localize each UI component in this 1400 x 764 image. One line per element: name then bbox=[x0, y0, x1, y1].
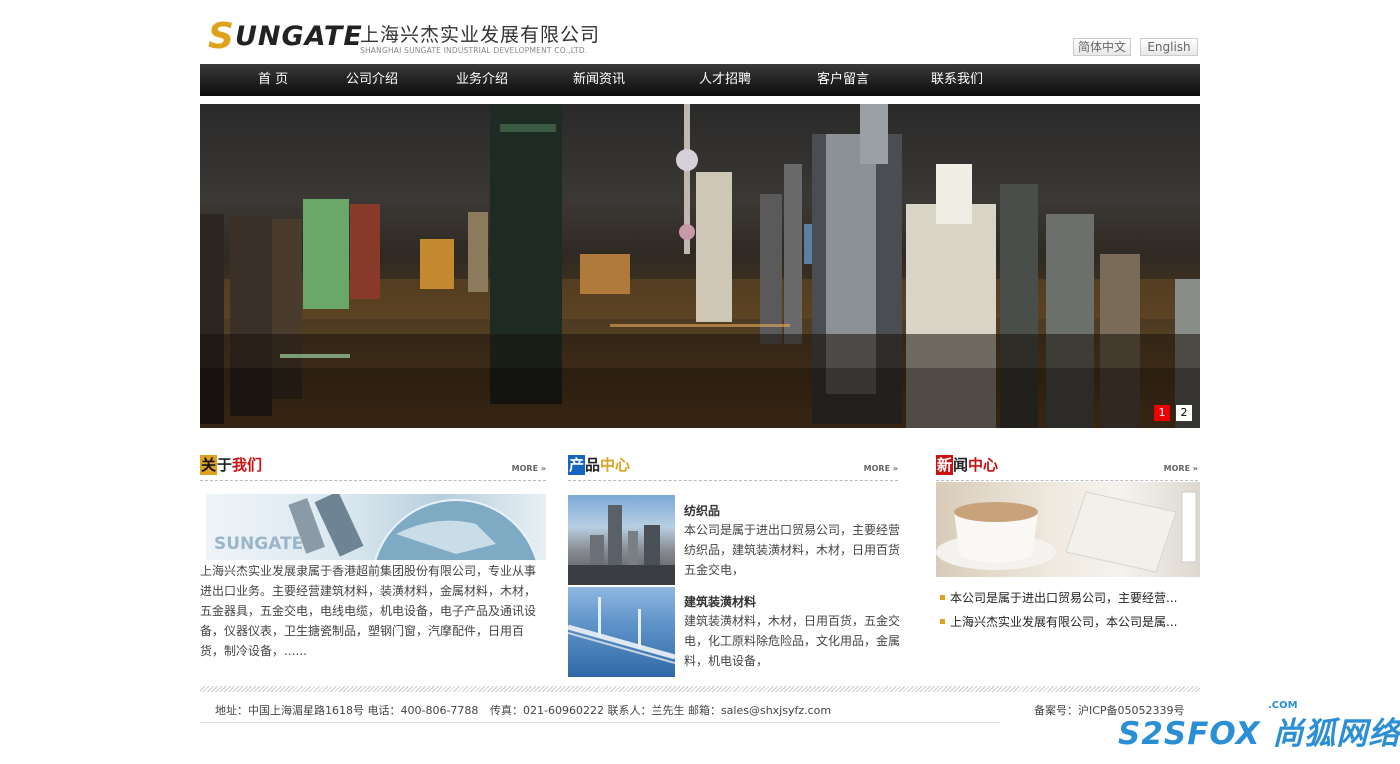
city-daytime-photo bbox=[568, 505, 675, 585]
about-description: 上海兴杰实业发展隶属于香港超前集团股份有限公司，专业从事进出口业务。主要经营建筑… bbox=[200, 564, 537, 658]
about-more-link[interactable]: MORE » bbox=[512, 464, 546, 473]
product-building-materials-image[interactable] bbox=[568, 587, 675, 677]
products-more-link[interactable]: MORE » bbox=[864, 464, 898, 473]
products-section-header: 产品中心 MORE » bbox=[568, 455, 898, 481]
nav-home[interactable]: 首 页 bbox=[258, 64, 288, 96]
watermark-logo: .COM S2SFOX 尚狐网络 bbox=[1118, 700, 1400, 752]
coffee-cup-photo bbox=[936, 491, 1197, 573]
main-nav: 首 页 公司介绍 业务介绍 新闻资讯 人才招聘 客户留言 联系我们 bbox=[200, 64, 1200, 96]
banner-slide-dot-2[interactable]: 2 bbox=[1176, 405, 1192, 421]
footer-divider bbox=[200, 686, 1200, 692]
about-section-title: 关于我们 bbox=[200, 455, 263, 475]
product-2-description: 建筑装潢材料，木材，日用百货，五金交电，化工原料除危险品，文化用品，金属料，机电… bbox=[684, 614, 901, 668]
banner-slide-dot-1[interactable]: 1 bbox=[1154, 405, 1170, 421]
bridge-photo bbox=[568, 597, 675, 664]
about-section-header: 关于我们 MORE » bbox=[200, 455, 546, 481]
product-2-title[interactable]: 建筑装潢材料 bbox=[684, 593, 756, 610]
footer-contact: 传真：021-60960222 联系人：兰先生 邮箱：sales@shxjsyf… bbox=[490, 704, 832, 717]
news-coffee-newspaper-image bbox=[936, 482, 1200, 577]
nav-jobs[interactable]: 人才招聘 bbox=[699, 64, 751, 96]
news-section-title: 新闻中心 bbox=[936, 455, 999, 475]
banner-caption-bar bbox=[200, 368, 1200, 428]
footer-line bbox=[200, 722, 1000, 723]
products-section-title: 产品中心 bbox=[568, 455, 631, 475]
bullet-icon bbox=[940, 619, 945, 624]
product-textile-image[interactable] bbox=[568, 495, 675, 585]
product-1-description: 本公司是属于进出口贸易公司，主要经营纺织品，建筑装潢材料，木材，日用百货五金交电… bbox=[684, 523, 901, 577]
nav-company[interactable]: 公司介绍 bbox=[346, 64, 398, 96]
news-list-item[interactable]: 上海兴杰实业发展有限公司，本公司是属... bbox=[940, 613, 1200, 630]
news-list-item[interactable]: 本公司是属于进出口贸易公司，主要经营... bbox=[940, 589, 1200, 606]
hero-banner[interactable]: 1 2 bbox=[200, 104, 1200, 428]
nav-contact[interactable]: 联系我们 bbox=[931, 64, 983, 96]
lang-simplified-chinese-button[interactable]: 简体中文 bbox=[1073, 38, 1131, 56]
about-globe-image: SUNGATE bbox=[206, 494, 546, 560]
about-image-brand: SUNGATE bbox=[214, 534, 304, 554]
logo-wordmark: SUNGATE bbox=[208, 16, 363, 57]
company-name-en: SHANGHAI SUNGATE INDUSTRIAL DEVELOPMENT … bbox=[360, 46, 588, 55]
page: SUNGATE 上海兴杰实业发展有限公司 SHANGHAI SUNGATE IN… bbox=[200, 0, 1200, 764]
bullet-icon bbox=[940, 595, 945, 600]
lang-english-button[interactable]: English bbox=[1140, 38, 1198, 56]
company-name-cn: 上海兴杰实业发展有限公司 bbox=[360, 24, 601, 46]
footer-address: 地址：中国上海湄星路1618号 电话：400-806-7788 bbox=[215, 704, 479, 717]
site-logo[interactable]: SUNGATE 上海兴杰实业发展有限公司 SHANGHAI SUNGATE IN… bbox=[208, 12, 608, 58]
nav-news[interactable]: 新闻资讯 bbox=[573, 64, 625, 96]
news-section-header: 新闻中心 MORE » bbox=[936, 455, 1198, 481]
nav-business[interactable]: 业务介绍 bbox=[456, 64, 508, 96]
product-1-title[interactable]: 纺织品 bbox=[684, 502, 720, 519]
news-more-link[interactable]: MORE » bbox=[1164, 464, 1198, 473]
nav-messages[interactable]: 客户留言 bbox=[817, 64, 869, 96]
